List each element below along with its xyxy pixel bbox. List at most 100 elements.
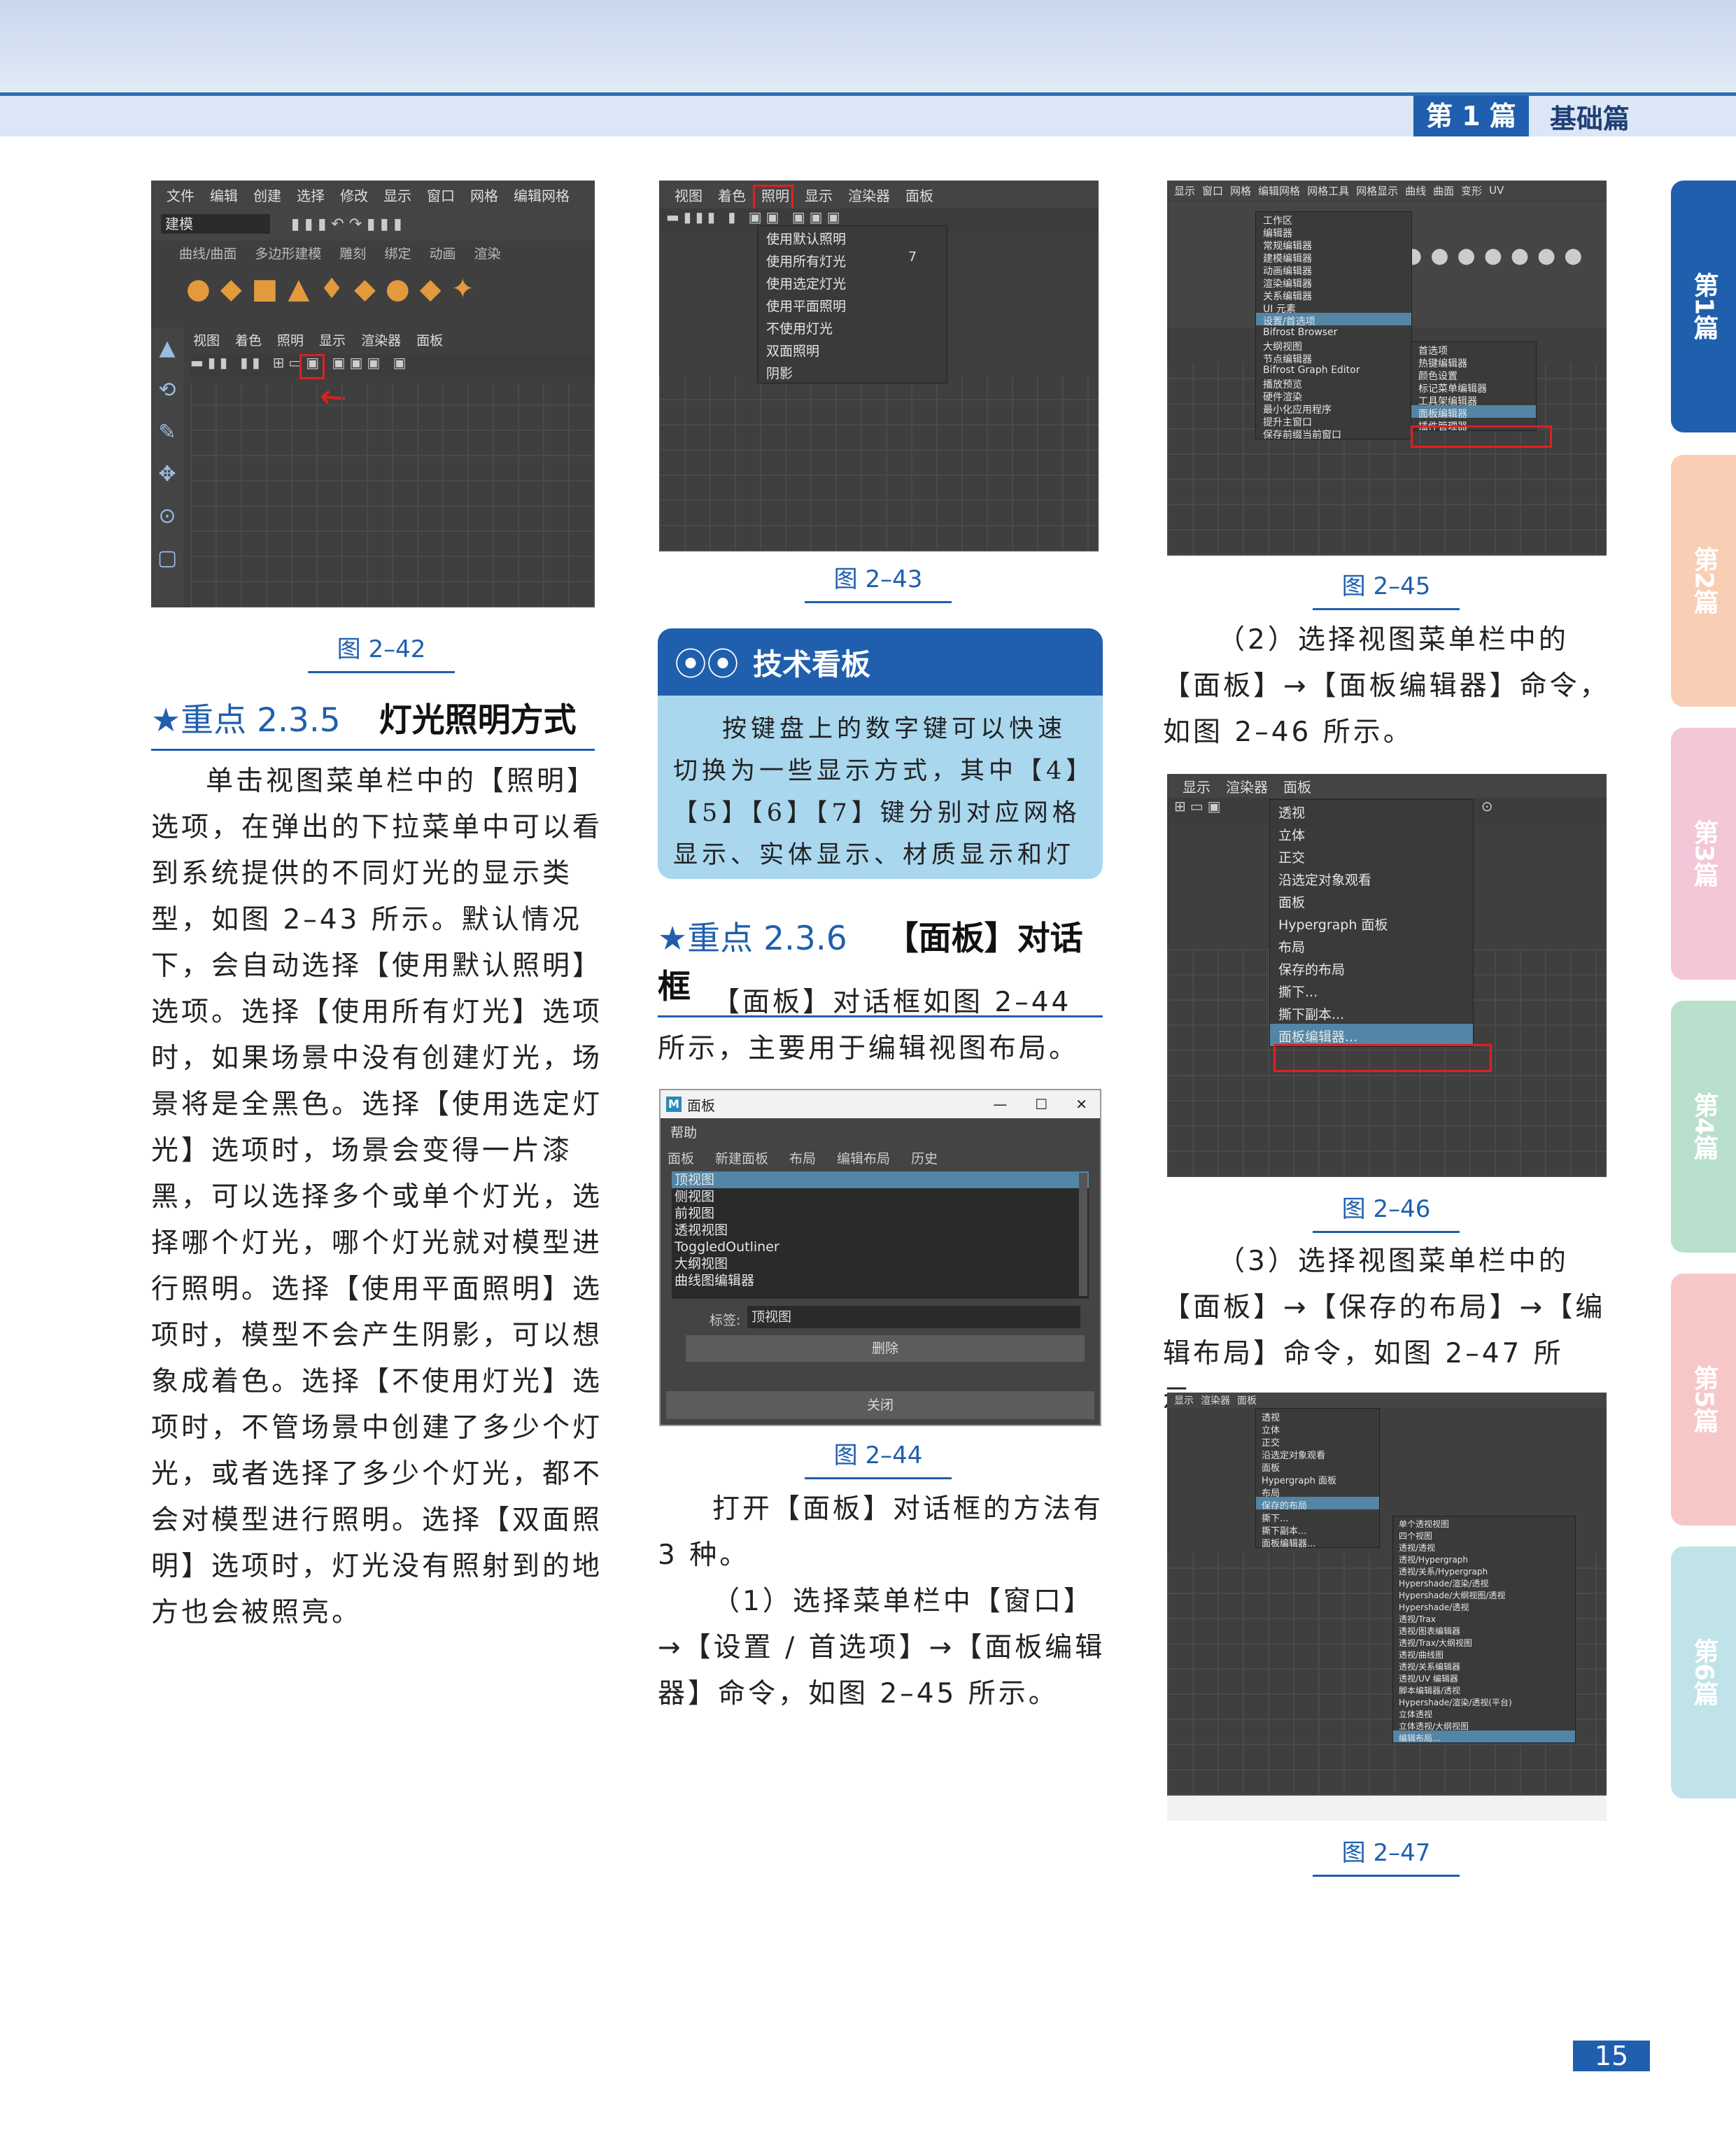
menu-item[interactable]: 网格工具 <box>1307 183 1349 198</box>
menu-item[interactable]: 节点编辑器 <box>1256 351 1411 365</box>
menu-item[interactable]: 硬件渲染 <box>1256 388 1411 403</box>
list-item[interactable]: 侧视图 <box>672 1188 1089 1205</box>
submenu-item[interactable]: 透视/关系编辑器 <box>1393 1659 1575 1672</box>
menu-item[interactable]: 修改 <box>340 185 368 205</box>
side-tab-4[interactable]: 第4篇 <box>1671 1001 1736 1253</box>
dialog-help-menu[interactable]: 帮助 <box>661 1118 1100 1146</box>
close-icon[interactable]: ✕ <box>1075 1096 1087 1113</box>
panel-menu-item[interactable]: 照明 <box>277 330 304 351</box>
menu-item[interactable]: 编辑网格 <box>1258 183 1300 198</box>
menu-item[interactable]: 窗口 <box>1202 183 1223 198</box>
side-tab-5[interactable]: 第5篇 <box>1671 1274 1736 1526</box>
list-item[interactable]: 顶视图 <box>672 1171 1089 1188</box>
submenu-item[interactable]: 编辑布局... <box>1393 1731 1575 1743</box>
menu-item[interactable]: 工作区 <box>1256 212 1411 227</box>
menu-item[interactable]: 显示 <box>1183 776 1211 796</box>
menu-item[interactable]: Bifrost Graph Editor <box>1256 363 1411 376</box>
menu-item[interactable]: 面板编辑器... <box>1270 1024 1473 1046</box>
menu-item[interactable]: 保存的布局 <box>1256 1497 1379 1512</box>
menu-item[interactable]: 显示 <box>1174 1393 1194 1407</box>
menu-item[interactable]: 提升主窗口 <box>1256 414 1411 428</box>
submenu-item[interactable]: 四个视图 <box>1393 1528 1575 1541</box>
menu-item[interactable]: 选择 <box>297 185 325 205</box>
menu-item[interactable]: 正交 <box>1256 1434 1379 1449</box>
close-button[interactable]: 关闭 <box>666 1391 1094 1419</box>
list-item[interactable]: 前视图 <box>672 1205 1089 1222</box>
menu-item[interactable]: Hypergraph 面板 <box>1270 912 1473 934</box>
menu-item[interactable]: 保存前缀当前窗口 <box>1256 426 1411 441</box>
menu-item[interactable]: 撕下副本... <box>1270 1001 1473 1024</box>
submenu-item[interactable]: Hypershade/透视 <box>1393 1600 1575 1612</box>
submenu-item[interactable]: 透视/图表编辑器 <box>1393 1623 1575 1636</box>
dialog-tab[interactable]: 新建面板 <box>715 1146 768 1170</box>
list-item[interactable]: 透视视图 <box>672 1222 1089 1239</box>
menu-item[interactable]: 沿选定对象观看 <box>1270 867 1473 889</box>
menu-item[interactable]: 变形 <box>1461 183 1482 198</box>
menu-item[interactable]: 撕下... <box>1256 1509 1379 1524</box>
submenu-item[interactable]: 透视/Trax/大纲视图 <box>1393 1635 1575 1648</box>
menu-item[interactable]: 撕下副本... <box>1256 1522 1379 1537</box>
submenu-item[interactable]: 首选项 <box>1411 342 1536 357</box>
menu-item[interactable]: 曲线 <box>1405 183 1426 198</box>
menu-item[interactable]: 保存的布局 <box>1270 957 1473 979</box>
list-item[interactable]: ToggledOutliner <box>672 1239 1089 1255</box>
menu-item[interactable]: 文件 <box>167 185 195 205</box>
shelf-tab[interactable]: 渲染 <box>474 244 500 269</box>
submenu-item[interactable]: 立体透视 <box>1393 1707 1575 1719</box>
menu-item[interactable]: 显示 <box>383 185 411 205</box>
menu-item[interactable]: 正交 <box>1270 845 1473 867</box>
submenu-item[interactable]: 透视/曲线图 <box>1393 1647 1575 1660</box>
menu-item[interactable]: 播放预览 <box>1256 376 1411 390</box>
submenu-item[interactable]: 透视/关系/Hypergraph <box>1393 1564 1575 1577</box>
dialog-tab[interactable]: 历史 <box>911 1146 938 1170</box>
dialog-tab[interactable]: 编辑布局 <box>837 1146 890 1170</box>
menu-item[interactable]: 沿选定对象观看 <box>1256 1446 1379 1461</box>
menu-item[interactable]: 面板编辑器... <box>1256 1535 1379 1549</box>
menu-item[interactable]: 渲染器 <box>1226 776 1268 796</box>
menu-item[interactable]: 面板 <box>1283 776 1311 796</box>
shelf-tab[interactable]: 绑定 <box>384 244 411 269</box>
menu-item[interactable]: 关系编辑器 <box>1256 288 1411 302</box>
menu-item[interactable]: 透视 <box>1256 1409 1379 1423</box>
menu-item[interactable]: 视图 <box>675 185 703 205</box>
panel-menu-item[interactable]: 着色 <box>235 330 262 351</box>
submenu-item[interactable]: 颜色设置 <box>1411 367 1536 382</box>
menu-item[interactable]: 常规编辑器 <box>1256 237 1411 252</box>
menu-item[interactable]: 立体 <box>1256 1421 1379 1436</box>
menu-item[interactable]: 网格 <box>1230 183 1251 198</box>
submenu-item[interactable]: 脚本编辑器/透视 <box>1393 1683 1575 1696</box>
menu-item[interactable]: UV <box>1489 184 1504 197</box>
menu-item[interactable]: 不使用灯光 <box>758 316 947 338</box>
menu-item[interactable]: 立体 <box>1270 822 1473 845</box>
submenu-item[interactable]: Hypershade/渲染/透视(平台) <box>1393 1695 1575 1707</box>
menu-item[interactable]: 显示 <box>805 185 833 205</box>
side-tab-6[interactable]: 第6篇 <box>1671 1546 1736 1798</box>
menu-item[interactable]: 布局 <box>1270 934 1473 957</box>
side-tab-3[interactable]: 第3篇 <box>1671 728 1736 980</box>
scrollbar[interactable] <box>1079 1173 1087 1296</box>
menu-item[interactable]: 网格 <box>470 185 498 205</box>
menu-item[interactable]: 创建 <box>253 185 281 205</box>
menu-item[interactable]: 渲染器 <box>848 185 890 205</box>
shelf-tab[interactable]: 曲线/曲面 <box>179 244 237 269</box>
menu-item[interactable]: 面板 <box>1270 889 1473 912</box>
menu-item[interactable]: 使用所有灯光 <box>758 248 947 271</box>
side-tab-2[interactable]: 第2篇 <box>1671 455 1736 707</box>
submenu-item[interactable]: Hypershade/渲染/透视 <box>1393 1576 1575 1588</box>
menu-item[interactable]: 双面照明 <box>758 338 947 360</box>
list-item[interactable]: 曲线图编辑器 <box>672 1272 1089 1289</box>
submenu-item[interactable]: 透视/Hypergraph <box>1393 1552 1575 1565</box>
menu-item[interactable]: 窗口 <box>427 185 455 205</box>
menu-item[interactable]: 着色 <box>718 185 746 205</box>
menu-item[interactable]: 建模编辑器 <box>1256 250 1411 265</box>
menu-item[interactable]: Hypergraph 面板 <box>1256 1472 1379 1486</box>
label-input[interactable]: 顶视图 <box>747 1306 1080 1328</box>
menu-item[interactable]: UI 元素 <box>1256 300 1411 315</box>
dialog-tab[interactable]: 面板 <box>668 1146 694 1170</box>
panel-menu-item[interactable]: 显示 <box>319 330 346 351</box>
panel-menu-item[interactable]: 面板 <box>416 330 443 351</box>
list-item[interactable]: 大纲视图 <box>672 1255 1089 1272</box>
menu-item[interactable]: 使用选定灯光 <box>758 271 947 293</box>
minimize-icon[interactable]: — <box>993 1096 1007 1113</box>
submenu-item[interactable]: 热键编辑器 <box>1411 355 1536 369</box>
